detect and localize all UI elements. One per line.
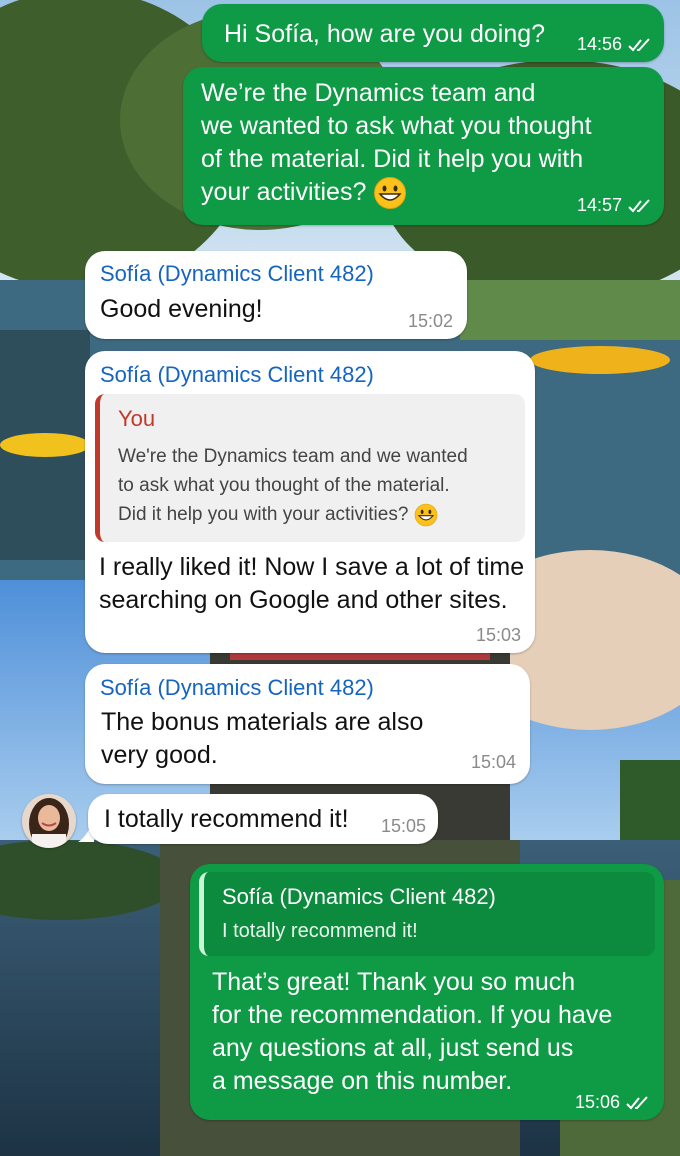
incoming-message[interactable]: I totally recommend it! 15:05 (88, 794, 438, 844)
read-double-check-icon (628, 38, 650, 52)
message-text: I really liked it! Now I save a lot of t… (99, 553, 525, 614)
quoted-message[interactable]: You We're the Dynamics team and we wante… (95, 394, 525, 542)
message-time: 15:03 (475, 625, 521, 645)
quote-author: You (118, 406, 156, 431)
message-time: 14:57 (577, 195, 652, 216)
sender-name: Sofía (Dynamics Client 482) (100, 362, 374, 387)
message-time: 15:05 (380, 816, 426, 836)
message-time: 15:06 (575, 1092, 650, 1113)
message-text: That’s great! Thank you so much for the … (212, 968, 613, 1095)
message-text: I totally recommend it! (104, 805, 349, 833)
outgoing-message[interactable]: Hi Sofía, how are you doing? 14:56 (202, 4, 664, 62)
incoming-message[interactable]: Sofía (Dynamics Client 482) You We're th… (85, 351, 535, 653)
sender-name: Sofía (Dynamics Client 482) (100, 261, 374, 286)
message-time: 15:02 (407, 311, 453, 331)
message-text: The bonus materials are also very good. (101, 708, 424, 769)
contact-avatar[interactable] (22, 794, 76, 848)
avatar-image (22, 794, 76, 848)
outgoing-message[interactable]: We’re the Dynamics team and we wanted to… (183, 67, 664, 225)
incoming-message[interactable]: Sofía (Dynamics Client 482) The bonus ma… (85, 664, 530, 784)
message-text: We’re the Dynamics team and we wanted to… (201, 77, 592, 210)
quote-author: Sofía (Dynamics Client 482) (222, 884, 496, 909)
grinning-face-emoji (414, 503, 437, 527)
quote-text: We're the Dynamics team and we wanted to… (118, 446, 468, 527)
quoted-message[interactable]: Sofía (Dynamics Client 482) I totally re… (199, 872, 655, 956)
sender-name: Sofía (Dynamics Client 482) (100, 675, 374, 700)
message-time: 15:04 (470, 752, 516, 772)
outgoing-message[interactable]: Sofía (Dynamics Client 482) I totally re… (190, 864, 664, 1120)
message-time: 14:56 (577, 34, 652, 55)
quote-text: I totally recommend it! (222, 920, 418, 942)
grinning-face-emoji (374, 177, 407, 210)
incoming-message[interactable]: Sofía (Dynamics Client 482) Good evening… (85, 251, 467, 339)
read-double-check-icon (628, 199, 650, 213)
message-text: Hi Sofía, how are you doing? (224, 20, 546, 48)
message-text: Good evening! (100, 295, 263, 323)
read-double-check-icon (626, 1096, 648, 1110)
